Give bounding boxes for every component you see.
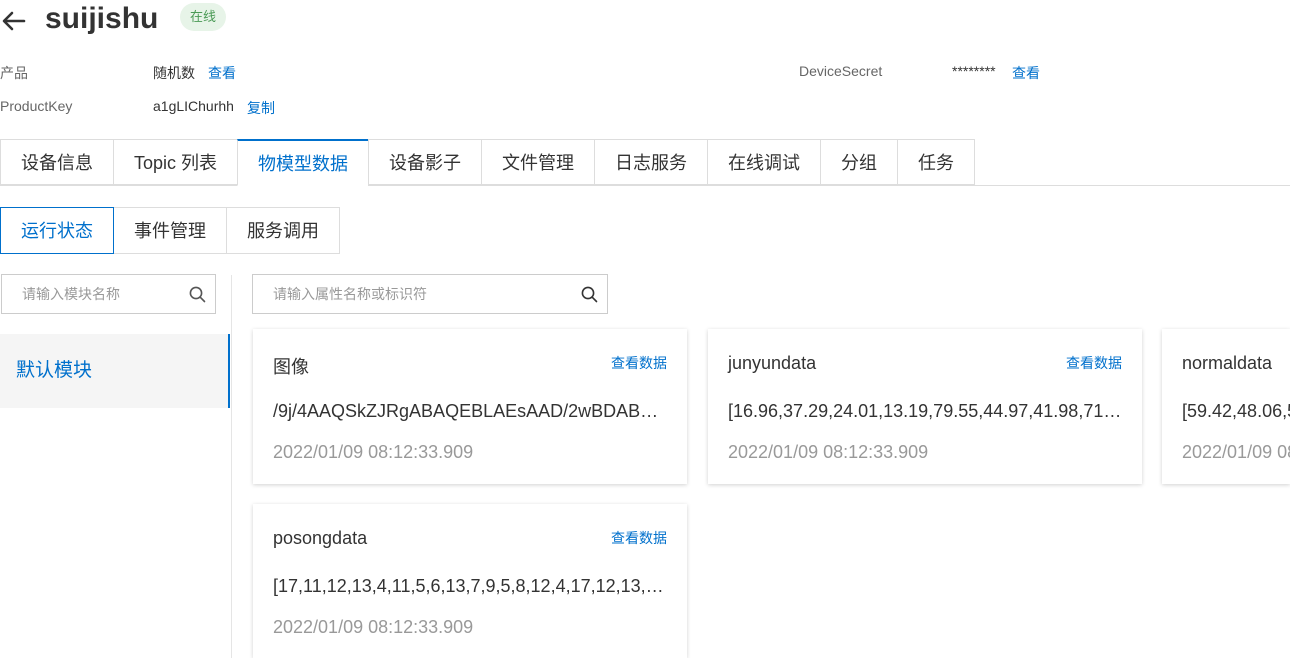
view-data-link[interactable]: 查看数据 bbox=[611, 353, 667, 373]
tab-topic-list[interactable]: Topic 列表 bbox=[113, 139, 238, 185]
property-card: posongdata 查看数据 [17,11,12,13,4,11,5,6,13… bbox=[253, 504, 687, 658]
module-search bbox=[1, 274, 216, 314]
copy-productkey-link[interactable]: 复制 bbox=[247, 98, 275, 118]
tab-device-shadow[interactable]: 设备影子 bbox=[368, 139, 482, 185]
property-card: junyundata 查看数据 [16.96,37.29,24.01,13.19… bbox=[708, 329, 1142, 484]
product-value: 随机数 bbox=[153, 65, 195, 81]
property-card: normaldata [59.42,48.06,5... 2022/01/09 … bbox=[1162, 329, 1290, 484]
property-search-input[interactable] bbox=[253, 275, 573, 313]
property-name: junyundata bbox=[728, 353, 817, 373]
sidebar-item-default-module[interactable]: 默认模块 bbox=[0, 334, 230, 408]
back-button[interactable] bbox=[0, 6, 28, 34]
tab-task[interactable]: 任务 bbox=[897, 139, 976, 185]
status-badge: 在线 bbox=[180, 3, 227, 31]
search-icon[interactable] bbox=[581, 286, 598, 303]
subtab-running-status[interactable]: 运行状态 bbox=[0, 207, 114, 254]
view-data-link[interactable]: 查看数据 bbox=[611, 528, 667, 548]
property-timestamp: 2022/01/09 08:12:33.909 bbox=[273, 442, 474, 462]
tab-device-info[interactable]: 设备信息 bbox=[0, 139, 113, 185]
devicesecret-value: ******** bbox=[952, 63, 996, 79]
view-product-link[interactable]: 查看 bbox=[208, 63, 236, 83]
search-icon[interactable] bbox=[189, 286, 206, 303]
sidebar-divider bbox=[231, 275, 232, 658]
productkey-label: ProductKey bbox=[0, 98, 73, 114]
property-value: [17,11,12,13,4,11,5,6,13,7,9,5,8,12,4,17… bbox=[273, 576, 667, 596]
view-devicesecret-link[interactable]: 查看 bbox=[1012, 63, 1040, 83]
property-search bbox=[252, 274, 608, 314]
productkey-value: a1gLIChurhh bbox=[153, 98, 234, 114]
view-data-link[interactable]: 查看数据 bbox=[1066, 353, 1122, 373]
property-timestamp: 2022/01/09 08:12:33.909 bbox=[1182, 442, 1290, 462]
property-name: posongdata bbox=[273, 528, 368, 548]
tab-online-debug[interactable]: 在线调试 bbox=[707, 139, 821, 185]
property-card: 图像 查看数据 /9j/4AAQSkZJRgABAQEBLAEsAAD/2wBD… bbox=[253, 329, 687, 484]
property-timestamp: 2022/01/09 08:12:33.909 bbox=[728, 442, 929, 462]
arrow-left-icon bbox=[2, 11, 26, 31]
property-timestamp: 2022/01/09 08:12:33.909 bbox=[273, 617, 474, 637]
sub-tabs: 运行状态 事件管理 服务调用 bbox=[0, 207, 340, 254]
property-value: /9j/4AAQSkZJRgABAQEBLAEsAAD/2wBDABALDA..… bbox=[273, 401, 667, 421]
property-name: 图像 bbox=[273, 357, 309, 377]
subtab-service-call[interactable]: 服务调用 bbox=[227, 207, 340, 254]
tab-file-management[interactable]: 文件管理 bbox=[481, 139, 595, 185]
devicesecret-label: DeviceSecret bbox=[799, 63, 883, 79]
subtab-event-management[interactable]: 事件管理 bbox=[114, 207, 227, 254]
tab-thing-model-data[interactable]: 物模型数据 bbox=[237, 139, 369, 186]
property-value: [16.96,37.29,24.01,13.19,79.55,44.97,41.… bbox=[728, 401, 1122, 421]
property-name: normaldata bbox=[1182, 353, 1273, 373]
tab-group[interactable]: 分组 bbox=[820, 139, 898, 185]
module-search-input[interactable] bbox=[2, 275, 182, 313]
property-value: [59.42,48.06,5... bbox=[1182, 401, 1290, 421]
tab-log-service[interactable]: 日志服务 bbox=[594, 139, 708, 185]
product-label: 产品 bbox=[0, 65, 28, 81]
main-tabs: 设备信息 Topic 列表 物模型数据 设备影子 文件管理 日志服务 在线调试 … bbox=[0, 139, 976, 186]
page-title: suijishu bbox=[45, 2, 159, 35]
